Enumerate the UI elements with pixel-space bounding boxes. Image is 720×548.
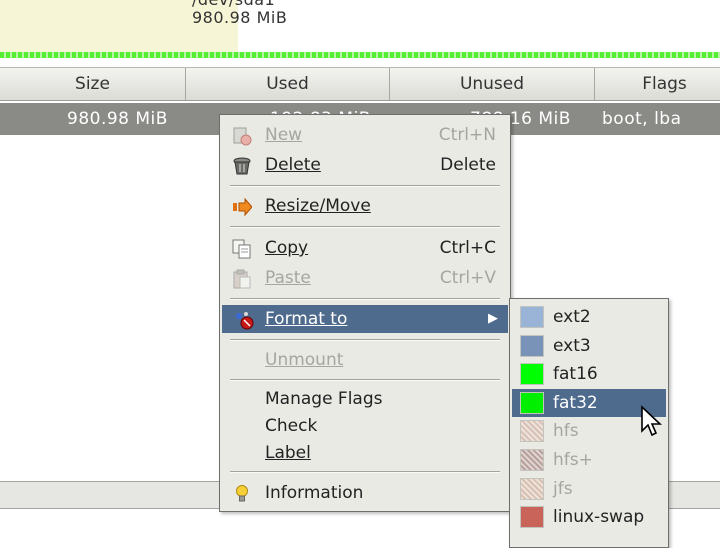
menu-paste-label: Paste <box>265 268 311 288</box>
menu-item-label[interactable]: Label <box>220 439 510 467</box>
partition-size: 980.98 MiB <box>192 8 288 27</box>
submenu-item-hfs-[interactable]: hfs+ <box>510 446 668 474</box>
menu-item-check[interactable]: Check <box>220 412 510 440</box>
menu-separator <box>230 379 500 381</box>
menu-copy-label: Copy <box>265 238 309 258</box>
submenu-item-jfs[interactable]: jfs <box>510 475 668 503</box>
menu-item-information[interactable]: Information <box>220 479 510 507</box>
submenu-item-label: hfs+ <box>553 450 593 470</box>
submenu-item-label: fat32 <box>553 392 598 413</box>
menu-separator <box>230 339 500 341</box>
row-size: 980.98 MiB <box>67 109 168 129</box>
row-flags: boot, lba <box>602 109 682 129</box>
menu-delete-accel: Delete <box>440 155 496 175</box>
filesystem-color-swatch <box>520 334 544 357</box>
submenu-item-label: ext3 <box>553 335 591 356</box>
menu-format-label: Format to <box>265 309 348 329</box>
partition-outline <box>0 52 720 58</box>
menu-separator <box>230 298 500 300</box>
submenu-item-fat16[interactable]: fat16 <box>510 360 668 388</box>
context-menu: New Ctrl+N Delete Delete Resize/Move Cop… <box>219 114 511 512</box>
submenu-item-ext3[interactable]: ext3 <box>510 332 668 360</box>
column-size[interactable]: Size <box>0 68 186 100</box>
paste-icon <box>233 269 251 289</box>
menu-item-unmount[interactable]: Unmount <box>220 346 510 374</box>
filesystem-color-swatch <box>520 449 544 471</box>
column-flags[interactable]: Flags <box>595 68 720 100</box>
menu-item-new[interactable]: New Ctrl+N <box>220 121 510 149</box>
filesystem-color-swatch <box>520 306 544 328</box>
filesystem-color-swatch <box>520 391 544 414</box>
menu-separator <box>230 185 500 187</box>
mouse-cursor-icon <box>641 405 663 437</box>
resize-arrow-icon <box>233 197 252 217</box>
copy-icon <box>232 239 251 259</box>
filesystem-color-swatch <box>520 420 544 443</box>
submenu-item-ext2[interactable]: ext2 <box>510 303 668 331</box>
table-header: Size Used Unused Flags <box>0 67 720 101</box>
partition-map[interactable]: /dev/sda1 980.98 MiB <box>0 0 720 60</box>
submenu-item-label: linux-swap <box>553 507 645 528</box>
menu-new-accel: Ctrl+N <box>438 125 496 145</box>
submenu-item-label: jfs <box>553 478 573 499</box>
menu-unmount-label: Unmount <box>265 350 344 370</box>
menu-manage-flags-label: Manage Flags <box>265 389 383 409</box>
submenu-item-linux-swap[interactable]: linux-swap <box>510 503 668 531</box>
menu-copy-accel: Ctrl+C <box>439 238 496 258</box>
menu-information-label: Information <box>265 483 364 503</box>
menu-item-manage-flags[interactable]: Manage Flags <box>220 385 510 413</box>
menu-check-label: Check <box>265 416 318 436</box>
menu-item-delete[interactable]: Delete Delete <box>220 151 510 179</box>
format-icon <box>236 312 254 330</box>
menu-item-format-to[interactable]: Format to ▶ <box>222 305 508 333</box>
menu-resize-label: Resize/Move <box>265 196 371 216</box>
menu-separator <box>230 471 500 473</box>
column-unused[interactable]: Unused <box>390 68 595 100</box>
submenu-item-label: ext2 <box>553 307 591 327</box>
submenu-item-label: hfs <box>553 421 579 442</box>
menu-separator <box>230 226 500 228</box>
filesystem-color-swatch <box>520 506 544 529</box>
filesystem-color-swatch <box>520 477 544 500</box>
menu-delete-label: Delete <box>265 155 321 175</box>
menu-new-label: New <box>265 125 303 145</box>
submenu-item-label: fat16 <box>553 364 598 385</box>
menu-item-resize-move[interactable]: Resize/Move <box>220 192 510 220</box>
lightbulb-icon <box>236 485 248 502</box>
filesystem-color-swatch <box>520 363 544 386</box>
submenu-arrow-icon: ▶ <box>488 311 498 326</box>
column-used[interactable]: Used <box>186 68 390 100</box>
menu-paste-accel: Ctrl+V <box>439 268 496 288</box>
menu-label-label: Label <box>265 443 311 463</box>
trash-icon <box>233 157 251 175</box>
new-partition-icon <box>233 127 252 146</box>
menu-item-copy[interactable]: Copy Ctrl+C <box>220 234 510 262</box>
menu-item-paste[interactable]: Paste Ctrl+V <box>220 264 510 292</box>
